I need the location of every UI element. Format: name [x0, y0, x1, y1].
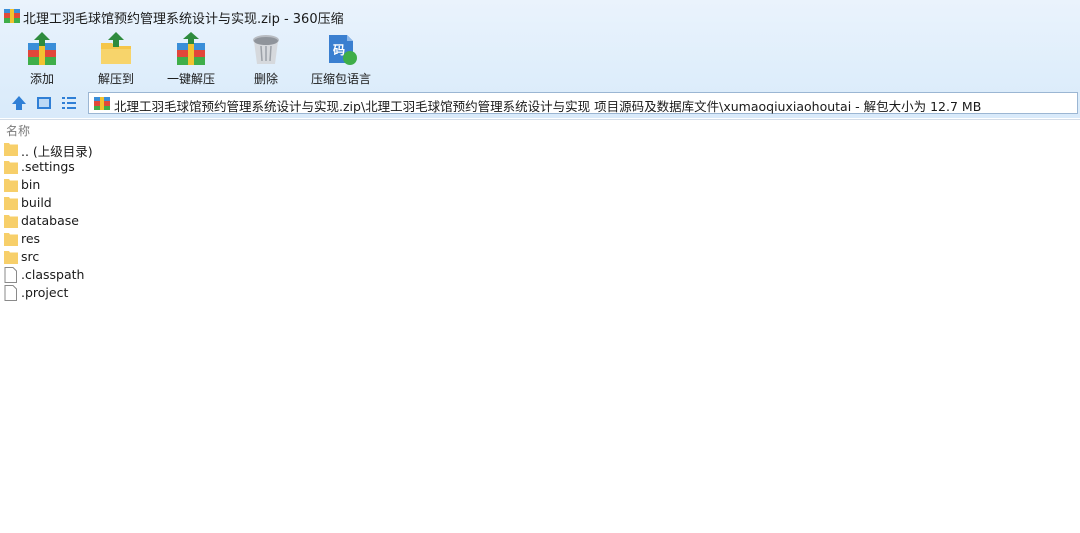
one-click-extract-label: 一键解压 [166, 72, 215, 86]
folder-icon [4, 251, 18, 264]
archive-language-label: 压缩包语言 [310, 72, 371, 86]
list-item[interactable]: .. (上级目录) [4, 140, 404, 159]
folder-icon [4, 143, 18, 156]
archive-icon [94, 97, 110, 110]
list-item[interactable]: .project [4, 284, 404, 302]
list-item-name: res [21, 231, 41, 246]
list-item[interactable]: database [4, 212, 404, 230]
add-button[interactable]: 添加 [2, 30, 82, 88]
window-title: 北理工羽毛球馆预约管理系统设计与实现.zip - 360压缩 [23, 12, 344, 27]
archive-language-button[interactable]: 码 压缩包语言 [301, 30, 381, 88]
list-item-name: src [21, 249, 40, 264]
toolbar: 添加 解压到 一键解压 删除 码 压缩包语言 [0, 30, 1080, 88]
folder-icon [4, 197, 18, 210]
folder-icon [4, 179, 18, 192]
address-bar[interactable]: 北理工羽毛球馆预约管理系统设计与实现.zip\北理工羽毛球馆预约管理系统设计与实… [88, 92, 1078, 114]
list-item[interactable]: .settings [4, 158, 404, 176]
list-item-name: bin [21, 177, 41, 192]
delete-button[interactable]: 删除 [226, 30, 306, 88]
list-item[interactable]: res [4, 230, 404, 248]
address-path: 北理工羽毛球馆预约管理系统设计与实现.zip\北理工羽毛球馆预约管理系统设计与实… [114, 99, 982, 114]
archive-icon [4, 9, 20, 23]
list-item-name: database [21, 213, 79, 228]
list-view-icon[interactable] [60, 94, 78, 112]
column-name-label: 名称 [6, 124, 31, 138]
list-item[interactable]: bin [4, 176, 404, 194]
file-icon [4, 285, 17, 301]
language-glyph: 码 [333, 43, 345, 57]
list-item[interactable]: build [4, 194, 404, 212]
up-arrow-icon[interactable] [10, 94, 28, 112]
list-item-name: .project [21, 285, 69, 300]
window-chrome: 北理工羽毛球馆预约管理系统设计与实现.zip - 360压缩 添加 解压到 一键… [0, 0, 1080, 118]
folder-icon [4, 233, 18, 246]
extract-to-folder-icon [101, 32, 131, 64]
extract-to-button[interactable]: 解压到 [76, 30, 156, 88]
add-label: 添加 [29, 72, 54, 86]
trash-bin-icon [253, 35, 279, 64]
archive-language-icon: 码 [329, 35, 357, 65]
list-item[interactable]: src [4, 248, 404, 266]
file-icon [4, 267, 17, 283]
thumbnail-view-icon[interactable] [35, 94, 53, 112]
add-archive-icon [28, 32, 56, 65]
extract-to-label: 解压到 [97, 72, 134, 86]
list-item-name: .classpath [21, 267, 85, 282]
address-row: 北理工羽毛球馆预约管理系统设计与实现.zip\北理工羽毛球馆预约管理系统设计与实… [0, 90, 1080, 116]
app-window: 北理工羽毛球馆预约管理系统设计与实现.zip - 360压缩 添加 解压到 一键… [0, 0, 1080, 533]
delete-label: 删除 [253, 72, 278, 86]
list-item-name: .settings [21, 159, 75, 174]
folder-icon [4, 215, 18, 228]
one-click-extract-button[interactable]: 一键解压 [151, 30, 231, 88]
list-item-name: build [21, 195, 52, 210]
column-header-name[interactable]: 名称 [0, 119, 1080, 138]
title-bar: 北理工羽毛球馆预约管理系统设计与实现.zip - 360压缩 [0, 0, 1080, 30]
one-click-extract-icon [177, 32, 205, 65]
folder-icon [4, 161, 18, 174]
list-item[interactable]: .classpath [4, 266, 404, 284]
